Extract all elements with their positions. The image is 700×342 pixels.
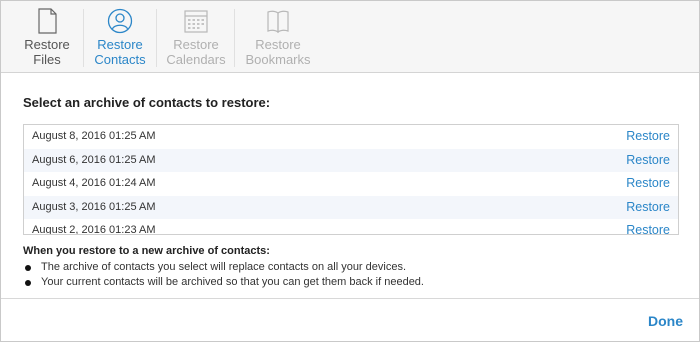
restore-button[interactable]: Restore xyxy=(626,223,670,234)
list-item: August 6, 2016 01:25 AM Restore xyxy=(24,148,678,172)
contacts-icon xyxy=(107,8,133,34)
tab-label: Restore Bookmarks xyxy=(245,37,311,67)
list-item: August 3, 2016 01:25 AM Restore xyxy=(24,195,678,219)
bullet-text: The archive of contacts you select will … xyxy=(41,261,407,273)
toolbar: Restore Files Restore Contacts Restore C… xyxy=(1,1,699,73)
restore-button[interactable]: Restore xyxy=(626,200,670,214)
tab-restore-files[interactable]: Restore Files xyxy=(16,1,78,72)
tab-label: Restore Calendars xyxy=(166,37,226,67)
bullet-dot xyxy=(25,280,31,286)
tab-label: Restore Contacts xyxy=(94,37,146,67)
note-title: When you restore to a new archive of con… xyxy=(23,245,270,257)
archive-date: August 2, 2016 01:23 AM xyxy=(32,224,156,235)
bullet-text: Your current contacts will be archived s… xyxy=(41,276,424,288)
bullet-dot xyxy=(25,265,31,271)
archive-list[interactable]: August 8, 2016 01:25 AM Restore August 6… xyxy=(23,124,679,235)
archive-date: August 4, 2016 01:24 AM xyxy=(32,177,156,189)
document-icon xyxy=(38,8,57,34)
list-item: August 8, 2016 01:25 AM Restore xyxy=(24,125,678,149)
archive-date: August 6, 2016 01:25 AM xyxy=(32,153,156,166)
restore-dialog: Restore Files Restore Contacts Restore C… xyxy=(0,0,700,342)
done-button[interactable]: Done xyxy=(648,313,683,329)
tab-restore-calendars[interactable]: Restore Calendars xyxy=(161,1,231,72)
footer-divider xyxy=(1,298,699,299)
restore-button[interactable]: Restore xyxy=(626,153,670,167)
restore-button[interactable]: Restore xyxy=(626,129,670,143)
archive-date: August 8, 2016 01:25 AM xyxy=(32,130,156,142)
page-title: Select an archive of contacts to restore… xyxy=(23,95,271,110)
tab-divider xyxy=(156,9,157,67)
archive-date: August 3, 2016 01:25 AM xyxy=(32,200,156,213)
tab-restore-bookmarks[interactable]: Restore Bookmarks xyxy=(241,1,315,72)
tab-divider xyxy=(234,9,235,67)
calendar-icon xyxy=(184,10,208,33)
tab-label: Restore Files xyxy=(24,37,70,67)
bookmarks-icon xyxy=(267,10,289,34)
tab-restore-contacts[interactable]: Restore Contacts xyxy=(87,1,153,72)
restore-button[interactable]: Restore xyxy=(626,176,670,190)
list-item: August 4, 2016 01:24 AM Restore xyxy=(24,172,678,196)
list-item: August 2, 2016 01:23 AM Restore xyxy=(24,219,678,235)
tab-divider xyxy=(83,9,84,67)
